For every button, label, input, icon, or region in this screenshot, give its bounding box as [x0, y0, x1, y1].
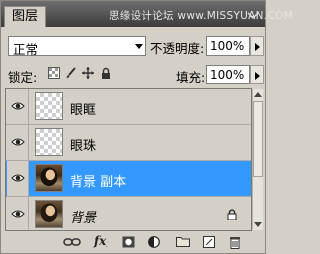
layer-list: 眼眶 眼珠 背景 副本 背景 — [5, 88, 252, 231]
eye-icon — [11, 102, 25, 110]
eye-icon — [11, 174, 25, 182]
fill-slider-button[interactable] — [250, 65, 264, 84]
lock-move-icon[interactable] — [82, 67, 94, 79]
trash-icon[interactable] — [229, 236, 241, 249]
eye-icon — [11, 210, 25, 218]
lock-icon — [227, 209, 237, 220]
panel-menu-glyph — [247, 12, 259, 20]
opacity-input[interactable]: 100% — [206, 36, 250, 56]
watermark-text: 思缘设计论坛 www.MISSYUAN.COM — [109, 10, 293, 22]
layer-list-scrollbar[interactable] — [252, 89, 263, 230]
new-layer-icon[interactable] — [203, 236, 215, 248]
fill-input[interactable]: 100% — [206, 65, 250, 84]
fill-label: 填充: — [176, 70, 206, 85]
scroll-down-icon[interactable] — [254, 222, 262, 227]
panel-menu-icon[interactable] — [247, 10, 259, 20]
lock-label: 锁定: — [8, 70, 38, 85]
layer-name: 背景 — [70, 211, 97, 226]
lock-all-icon[interactable] — [100, 67, 112, 79]
chevron-right-icon — [255, 43, 260, 51]
layer-thumbnail — [35, 128, 63, 156]
fx-icon[interactable]: fx . — [93, 234, 111, 248]
layer-name: 背景 副本 — [70, 175, 127, 190]
scroll-up-icon[interactable] — [254, 92, 262, 97]
opacity-label: 不透明度: — [150, 41, 205, 56]
layer-name: 眼眶 — [70, 103, 97, 118]
lock-transparent-icon[interactable] — [48, 67, 60, 79]
visibility-toggle[interactable] — [7, 89, 29, 124]
tab-layers[interactable]: 图层 — [4, 6, 46, 27]
lock-paint-icon[interactable] — [65, 67, 77, 79]
layer-name: 眼珠 — [70, 139, 97, 154]
panel-title-bar: 图层 思缘设计论坛 www.MISSYUAN.COM — [1, 1, 293, 27]
layer-thumbnail — [35, 164, 63, 192]
layer-row[interactable]: 背景 — [6, 197, 251, 230]
visibility-toggle[interactable] — [7, 197, 29, 230]
link-layers-icon[interactable] — [63, 236, 81, 248]
layer-row[interactable]: 眼眶 — [6, 89, 251, 125]
blend-mode-value: 正常 — [13, 42, 39, 57]
layer-thumbnail — [35, 92, 63, 120]
chevron-right-icon — [255, 72, 260, 80]
bottom-toolbar: fx . — [1, 231, 265, 253]
chevron-down-icon — [135, 44, 143, 49]
layer-row[interactable]: 眼珠 — [6, 125, 251, 161]
scrollbar-thumb[interactable] — [253, 101, 263, 177]
visibility-toggle[interactable] — [7, 161, 29, 196]
layers-panel: 图层 思缘设计论坛 www.MISSYUAN.COM 正常 不透明度: 100%… — [0, 0, 293, 254]
visibility-toggle[interactable] — [7, 125, 29, 160]
layer-thumbnail — [35, 200, 63, 228]
add-mask-icon[interactable] — [122, 236, 135, 248]
eye-icon — [11, 138, 25, 146]
opacity-slider-button[interactable] — [250, 36, 264, 56]
layer-row-selected[interactable]: 背景 副本 — [6, 161, 251, 197]
adjustment-layer-icon[interactable] — [148, 236, 160, 248]
svg-text:.: . — [106, 242, 108, 248]
blend-mode-select[interactable]: 正常 — [8, 36, 146, 57]
new-group-icon[interactable] — [176, 236, 190, 247]
